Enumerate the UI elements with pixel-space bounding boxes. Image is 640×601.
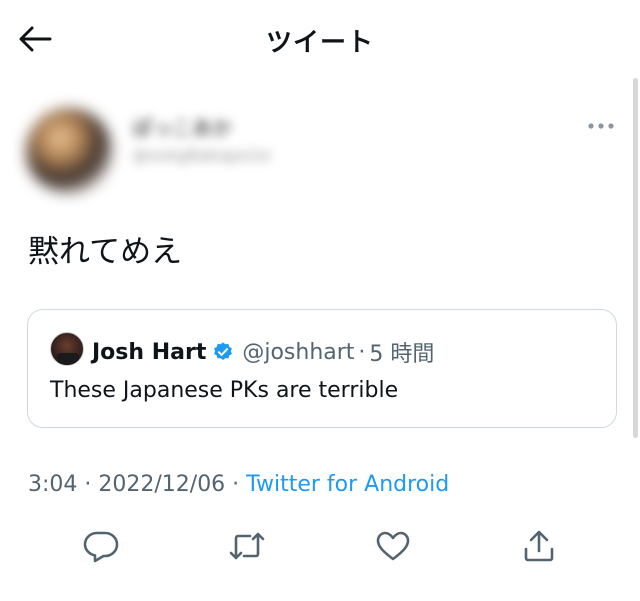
quoted-author-handle: @joshhart	[242, 339, 355, 365]
quoted-text: These Japanese PKs are terrible	[50, 378, 399, 403]
page-title: ツイート	[265, 28, 374, 58]
quoted-tweet[interactable]: Josh Hart @joshhart · 5 時間 These Japanes…	[27, 309, 617, 428]
quoted-header: Josh Hart @joshhart · 5 時間	[92, 336, 434, 368]
share-icon	[524, 530, 554, 562]
quoted-avatar[interactable]	[50, 332, 84, 366]
action-bar	[0, 522, 640, 570]
reply-button[interactable]	[81, 526, 121, 566]
retweet-button[interactable]	[227, 526, 267, 566]
tweet-source-link[interactable]: Twitter for Android	[246, 472, 449, 497]
author-name[interactable]: ぽっこあか	[132, 112, 232, 141]
tweet-author[interactable]: ぽっこあか @ootg8akapo1e	[24, 98, 404, 194]
scrollbar[interactable]	[633, 78, 638, 438]
quoted-time[interactable]: 5 時間	[369, 336, 434, 368]
like-icon	[376, 531, 410, 561]
verified-badge-icon	[212, 341, 234, 363]
top-bar: ツイート	[0, 0, 640, 78]
avatar[interactable]	[26, 108, 112, 194]
reply-icon	[83, 531, 119, 563]
like-button[interactable]	[373, 526, 413, 566]
author-handle: @ootg8akapo1e	[132, 146, 271, 166]
share-button[interactable]	[519, 526, 559, 566]
more-options-button[interactable]	[584, 112, 618, 140]
tweet-text: 黙れてめえ	[28, 234, 183, 270]
tweet-meta: 3:04 · 2022/12/06 · Twitter for Android	[28, 472, 449, 497]
quoted-author-name[interactable]: Josh Hart	[92, 340, 206, 365]
separator-dot: ·	[358, 339, 366, 365]
more-icon	[588, 123, 614, 129]
retweet-icon	[229, 532, 265, 560]
tweet-timestamp[interactable]: 3:04 · 2022/12/06 ·	[28, 472, 239, 497]
